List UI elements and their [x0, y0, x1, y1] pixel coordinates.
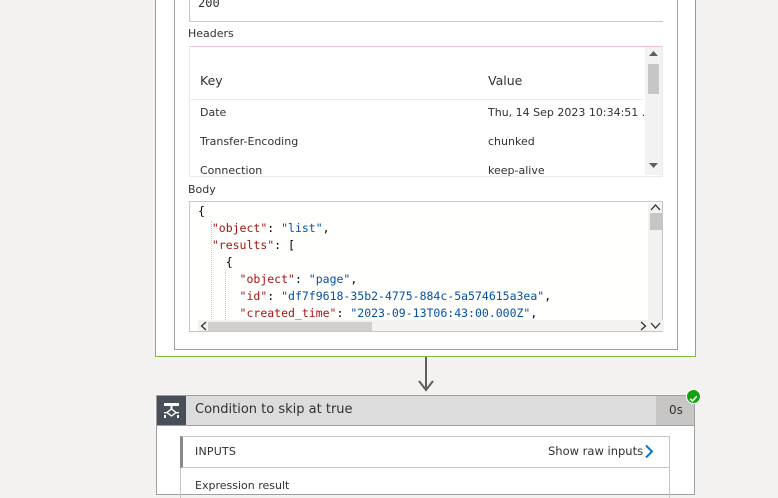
json-string: "df7f9618-35b2-4775-884c-5a574615a3ea" [281, 289, 545, 303]
status-code-box [189, 0, 663, 22]
json-key: "object" [239, 272, 295, 286]
json-punct [198, 238, 212, 252]
json-punct: : [267, 289, 282, 303]
code-line: "object": "list", [198, 220, 645, 237]
json-punct [198, 221, 212, 235]
scroll-down-icon[interactable] [650, 322, 661, 330]
json-punct: : [ [274, 238, 295, 252]
json-punct: , [322, 221, 330, 235]
header-value: keep-alive [488, 164, 545, 176]
header-value: Thu, 14 Sep 2023 10:34:51 ... [488, 106, 644, 119]
json-punct: : [336, 306, 351, 320]
table-row[interactable]: Connection keep-alive [189, 161, 644, 176]
condition-icon [157, 396, 186, 425]
json-string: "page" [308, 272, 351, 286]
json-punct [198, 306, 240, 320]
arrow-down-icon [418, 380, 434, 392]
header-value: chunked [488, 135, 535, 148]
scroll-right-icon[interactable] [639, 321, 647, 331]
json-string: "list" [281, 221, 323, 235]
json-punct: , [530, 306, 538, 320]
header-key: Transfer-Encoding [200, 135, 299, 148]
json-body[interactable]: { "object": "list", "results": [ { "obje… [198, 203, 645, 323]
json-key: "id" [239, 289, 268, 303]
check-icon [689, 395, 698, 403]
json-string: "2023-09-13T06:43:00.000Z" [350, 306, 531, 320]
show-raw-inputs-link[interactable]: Show raw inputs [548, 444, 643, 458]
header-divider [189, 99, 644, 100]
json-punct: , [544, 289, 552, 303]
body-vertical-scrollbar-thumb[interactable] [650, 213, 662, 230]
code-line: "id": "df7f9618-35b2-4775-884c-5a574615a… [198, 288, 645, 305]
condition-duration: 0s [669, 403, 683, 417]
code-line: { [198, 203, 645, 220]
table-row[interactable]: Transfer-Encoding chunked [189, 132, 644, 160]
inputs-label: INPUTS [195, 445, 237, 458]
table-row[interactable]: Date Thu, 14 Sep 2023 10:34:51 ... [189, 103, 644, 131]
chevron-right-icon[interactable] [644, 444, 654, 459]
status-code-value: 200 [198, 0, 220, 10]
column-header-key[interactable]: Key [200, 73, 223, 88]
json-key: "object" [211, 221, 268, 235]
json-punct: { [198, 255, 233, 269]
code-line: { [198, 254, 645, 271]
headers-scrollbar-thumb[interactable] [648, 64, 659, 94]
json-key: "results" [211, 238, 275, 252]
json-punct: : [294, 272, 309, 286]
success-badge [686, 389, 701, 404]
code-line: "object": "page", [198, 271, 645, 288]
json-key: "created_time" [239, 306, 337, 320]
header-key: Date [200, 106, 227, 119]
scroll-down-icon[interactable] [649, 163, 658, 169]
headers-table: Key Value Date Thu, 14 Sep 2023 10:34:51… [189, 47, 644, 176]
json-punct [198, 272, 240, 286]
headers-label: Headers [188, 27, 234, 40]
json-punct: { [198, 204, 205, 218]
json-punct [198, 289, 240, 303]
json-punct: : [267, 221, 282, 235]
body-label: Body [188, 183, 216, 196]
json-punct: , [350, 272, 358, 286]
column-header-value[interactable]: Value [488, 73, 522, 88]
condition-title: Condition to skip at true [195, 402, 353, 417]
header-key: Connection [200, 164, 263, 176]
code-line: "results": [ [198, 237, 645, 254]
scroll-left-icon[interactable] [200, 321, 208, 331]
body-horizontal-scrollbar-thumb[interactable] [208, 322, 372, 331]
scroll-up-icon[interactable] [649, 51, 658, 57]
scroll-up-icon[interactable] [650, 204, 661, 211]
